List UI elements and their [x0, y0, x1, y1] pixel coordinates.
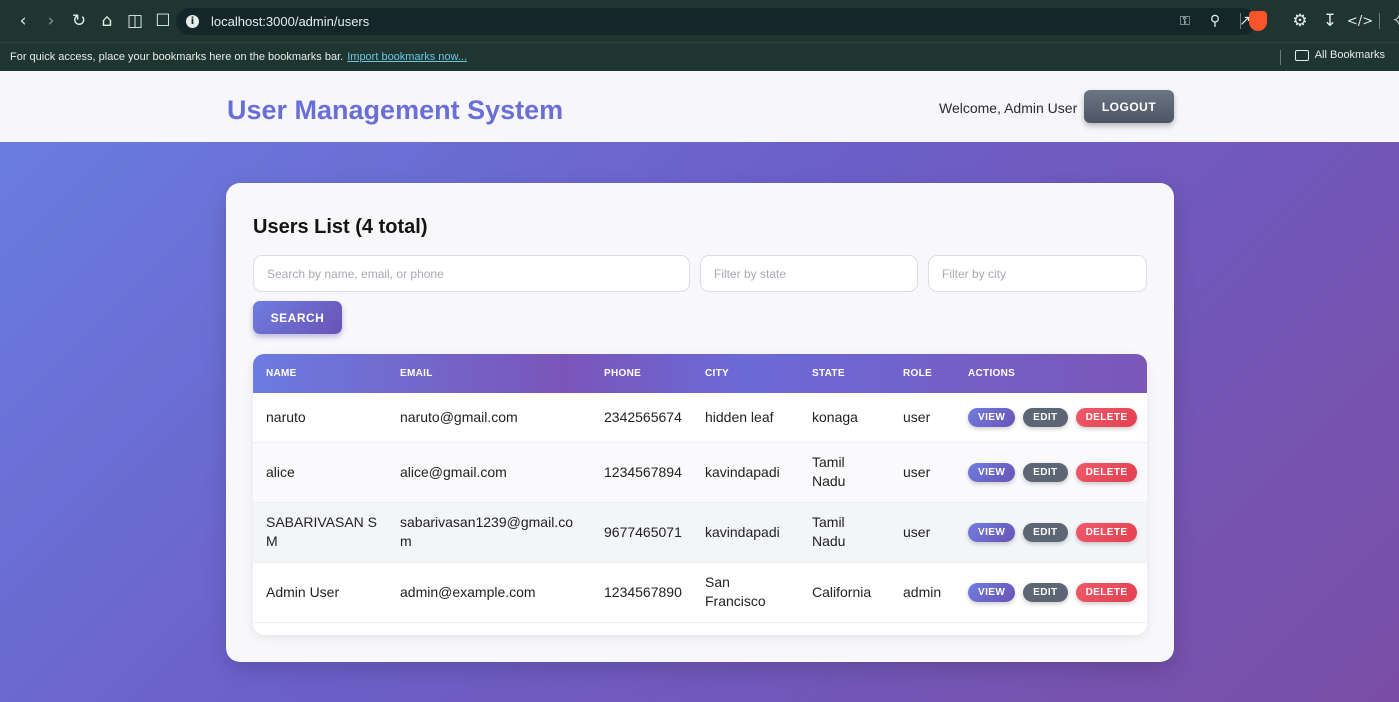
app-header: User Management System Welcome, Admin Us…: [0, 71, 1399, 142]
page-background: User Management System Welcome, Admin Us…: [0, 71, 1399, 702]
city-filter-input[interactable]: [928, 255, 1147, 292]
column-header-role[interactable]: ROLE: [890, 354, 955, 393]
cell-name: alice: [266, 463, 295, 480]
delete-button[interactable]: DELETE: [1075, 407, 1138, 427]
zoom-icon[interactable]: ⚲: [1204, 10, 1226, 32]
edit-button[interactable]: EDIT: [1023, 582, 1068, 602]
table-row: naruto naruto@gmail.com 2342565674 hidde…: [253, 393, 1147, 442]
cell-phone: 2342565674: [604, 408, 682, 425]
page-title: User Management System: [227, 95, 564, 125]
cell-city: kavindapadi: [705, 463, 780, 480]
view-button[interactable]: VIEW: [968, 582, 1016, 602]
table-row: SABARIVASAN S M sabarivasan1239@gmail.co…: [253, 502, 1147, 562]
back-icon[interactable]: ‹: [12, 10, 34, 32]
users-list-title: Users List (4 total): [253, 216, 428, 238]
divider: [1379, 13, 1380, 29]
brave-shield-icon[interactable]: [1249, 11, 1267, 31]
column-header-email[interactable]: EMAIL: [387, 354, 591, 393]
cell-email: sabarivasan1239@gmail.com: [400, 514, 573, 549]
cell-role: user: [903, 523, 931, 540]
address-bar[interactable]: i localhost:3000/admin/users ⚿ ⚲ ↗: [176, 8, 1256, 35]
sidebar-icon[interactable]: ◫: [124, 10, 146, 32]
welcome-text: Welcome, Admin User: [939, 100, 1078, 116]
divider: [1280, 50, 1281, 65]
column-header-name[interactable]: NAME: [253, 354, 387, 393]
bookmark-icon[interactable]: ☐: [152, 10, 174, 32]
edit-button[interactable]: EDIT: [1023, 522, 1068, 542]
site-info-icon[interactable]: i: [186, 15, 199, 28]
view-button[interactable]: VIEW: [968, 522, 1016, 542]
column-header-city[interactable]: CITY: [692, 354, 799, 393]
view-button[interactable]: VIEW: [968, 407, 1016, 427]
cell-state: California: [812, 583, 872, 600]
cell-phone: 1234567894: [604, 463, 682, 480]
cell-role: user: [903, 408, 931, 425]
search-button[interactable]: SEARCH: [253, 301, 342, 334]
cell-phone: 1234567890: [604, 583, 682, 600]
url-text: localhost:3000/admin/users: [211, 14, 370, 29]
all-bookmarks-button[interactable]: All Bookmarks: [1294, 49, 1385, 61]
table-row: alice alice@gmail.com 1234567894 kavinda…: [253, 442, 1147, 502]
cell-state: Tamil Nadu: [812, 514, 846, 549]
column-header-phone[interactable]: PHONE: [591, 354, 692, 393]
download-icon[interactable]: ↧: [1319, 10, 1341, 32]
state-filter-input[interactable]: [700, 255, 918, 292]
edit-button[interactable]: EDIT: [1023, 462, 1068, 482]
leo-ai-icon[interactable]: ✧: [1388, 10, 1399, 32]
cell-city: kavindapadi: [705, 523, 780, 540]
reload-icon[interactable]: ↻: [68, 10, 90, 32]
home-icon[interactable]: ⌂: [96, 10, 118, 32]
cell-role: admin: [903, 583, 942, 600]
all-bookmarks-label: All Bookmarks: [1314, 49, 1385, 61]
delete-button[interactable]: DELETE: [1075, 462, 1138, 482]
search-input[interactable]: [253, 255, 690, 292]
cell-city: San Francisco: [705, 574, 766, 609]
cell-email: alice@gmail.com: [400, 463, 507, 480]
import-bookmarks-link[interactable]: Import bookmarks now...: [347, 51, 467, 63]
cell-city: hidden leaf: [705, 408, 774, 425]
logout-button[interactable]: LOGOUT: [1084, 90, 1174, 123]
cell-name: Admin User: [266, 583, 340, 600]
cell-role: user: [903, 463, 931, 480]
key-icon[interactable]: ⚿: [1174, 10, 1196, 32]
table-row: Admin User admin@example.com 1234567890 …: [253, 562, 1147, 622]
users-card: Users List (4 total) SEARCH NAME EMAIL P…: [226, 183, 1174, 662]
browser-toolbar: ‹ › ↻ ⌂ ◫ ☐ i localhost:3000/admin/users…: [0, 0, 1399, 42]
forward-icon[interactable]: ›: [40, 10, 62, 32]
edit-button[interactable]: EDIT: [1023, 407, 1068, 427]
cell-actions: VIEW EDIT DELETE: [955, 562, 1147, 622]
table-header-row: NAME EMAIL PHONE CITY STATE ROLE ACTIONS: [253, 354, 1147, 393]
view-button[interactable]: VIEW: [968, 462, 1016, 482]
bookmarks-prompt: For quick access, place your bookmarks h…: [10, 51, 344, 63]
extensions-icon[interactable]: ⚙: [1289, 10, 1311, 32]
cell-phone: 9677465071: [604, 523, 682, 540]
cell-state: konaga: [812, 408, 858, 425]
column-header-state[interactable]: STATE: [799, 354, 890, 393]
divider: [1240, 13, 1241, 29]
folder-icon: [1294, 49, 1309, 61]
users-table: NAME EMAIL PHONE CITY STATE ROLE ACTIONS…: [253, 354, 1147, 635]
cell-email: naruto@gmail.com: [400, 408, 518, 425]
cell-actions: VIEW EDIT DELETE: [955, 502, 1147, 562]
delete-button[interactable]: DELETE: [1075, 522, 1138, 542]
cell-actions: VIEW EDIT DELETE: [955, 442, 1147, 502]
devtools-icon[interactable]: </>: [1347, 10, 1373, 32]
cell-name: SABARIVASAN S M: [266, 514, 378, 549]
cell-name: naruto: [266, 408, 306, 425]
column-header-actions: ACTIONS: [968, 368, 1016, 379]
delete-button[interactable]: DELETE: [1075, 582, 1138, 602]
cell-state: Tamil Nadu: [812, 454, 846, 489]
cell-email: admin@example.com: [400, 583, 536, 600]
cell-actions: VIEW EDIT DELETE: [955, 393, 1147, 442]
bookmarks-bar: For quick access, place your bookmarks h…: [0, 42, 1399, 71]
